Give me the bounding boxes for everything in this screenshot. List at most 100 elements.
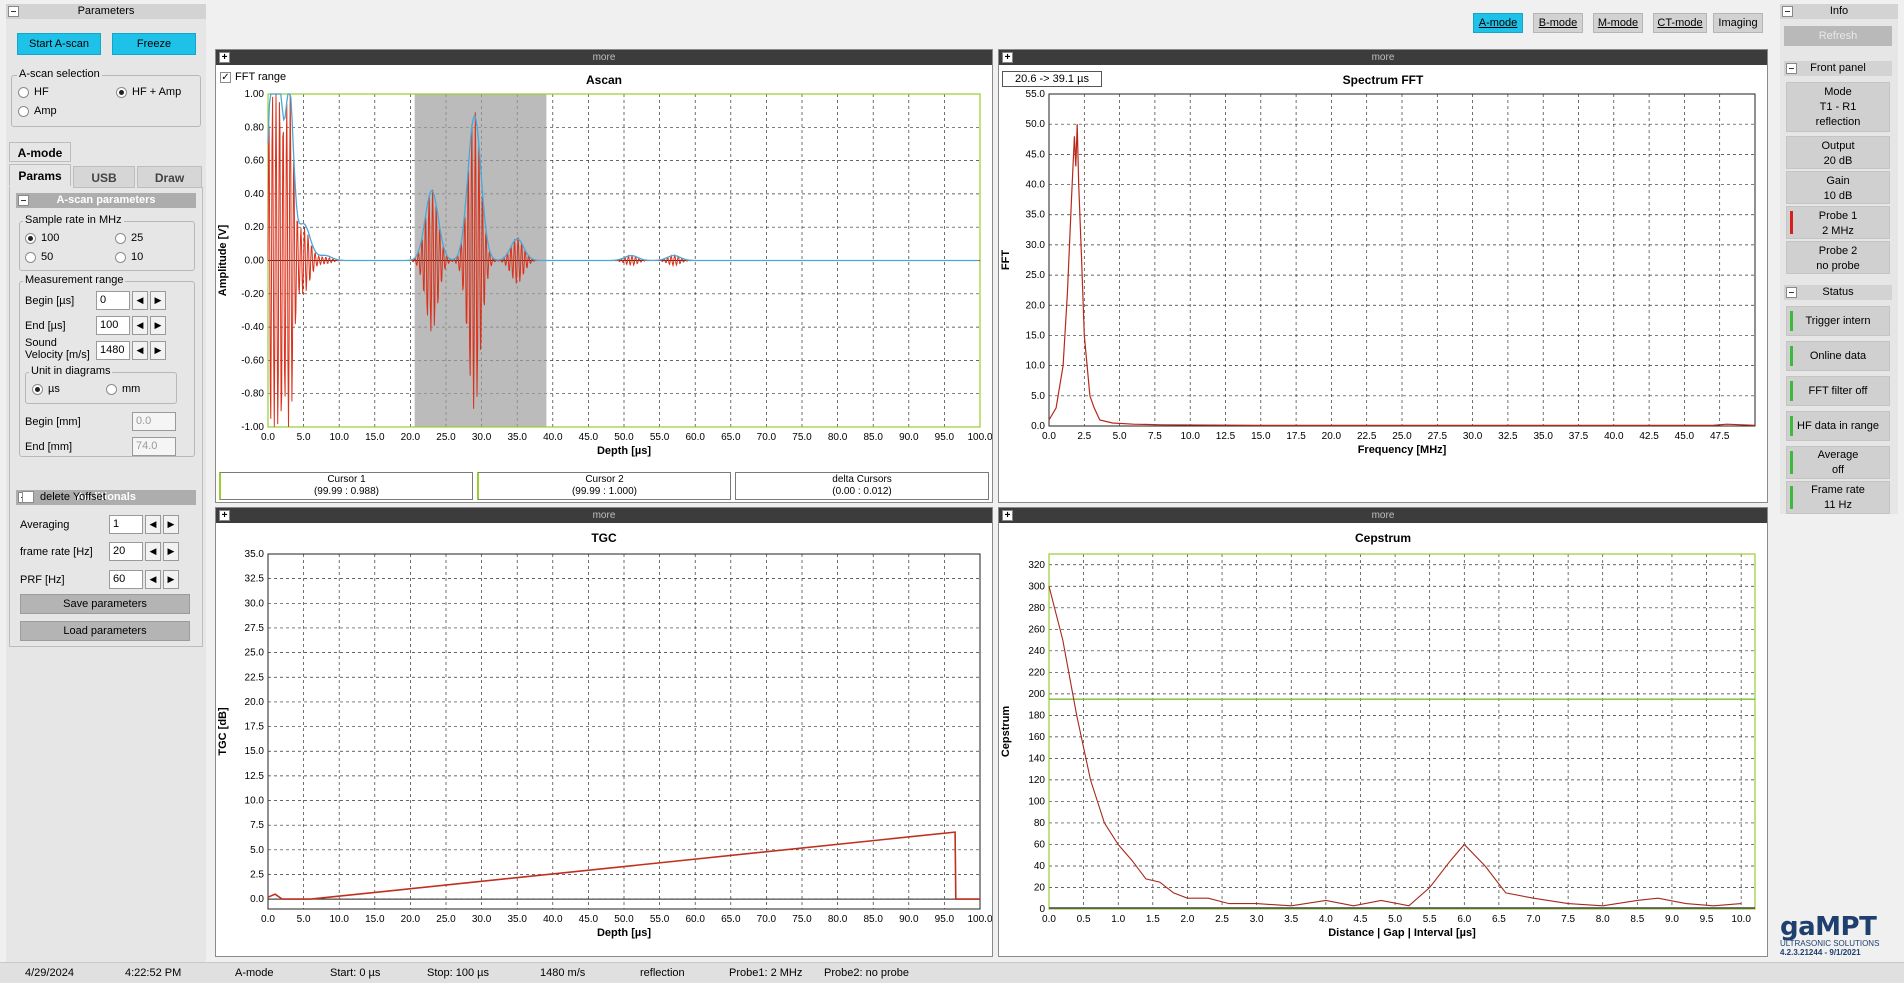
more-link[interactable]: more — [593, 510, 616, 521]
unit-mm-radio[interactable] — [106, 384, 117, 395]
x-tick-label: 12.5 — [1216, 431, 1236, 442]
x-tick-label: 30.0 — [472, 914, 492, 925]
prf-input[interactable]: 60 — [109, 570, 143, 589]
begin-decrement-button[interactable]: ◀ — [132, 291, 148, 310]
status-online: Online data — [1786, 341, 1890, 371]
frame-rate-input[interactable]: 20 — [109, 542, 143, 561]
tab-params[interactable]: Params — [9, 164, 71, 186]
x-tick-label: 17.5 — [1286, 431, 1306, 442]
delete-yoffset-checkbox[interactable] — [22, 491, 34, 503]
begin-us-input[interactable]: 0 — [96, 291, 130, 310]
prf-decrement-button[interactable]: ◀ — [145, 570, 161, 589]
status-indicator — [1790, 346, 1793, 366]
save-parameters-button[interactable]: Save parameters — [20, 594, 190, 614]
mode-imaging-button[interactable]: Imaging — [1713, 13, 1763, 33]
x-tick-label: 40.0 — [543, 432, 563, 443]
ascan-chart[interactable]: 0.0 5.0 10.0 15.0 20.0 25.0 30.0 35.0 40.0 45.0 50… — [216, 86, 992, 466]
x-tick-label: 5.0 — [297, 914, 311, 925]
more-link[interactable]: more — [593, 52, 616, 63]
front-panel-header: Front panel — [1784, 61, 1892, 76]
y-tick-label: 0.80 — [245, 122, 265, 133]
sample-rate-25-radio[interactable] — [115, 233, 126, 244]
status-trigger: Trigger intern — [1786, 306, 1890, 336]
y-tick-label: 80 — [1034, 818, 1046, 829]
x-tick-label: 45.0 — [579, 914, 599, 925]
more-link[interactable]: more — [1372, 510, 1395, 521]
mode-ct-button[interactable]: CT-mode — [1653, 13, 1707, 33]
x-tick-label: 95.0 — [935, 432, 955, 443]
velocity-increment-button[interactable]: ▶ — [150, 341, 166, 360]
mode-m-button[interactable]: M-mode — [1593, 13, 1643, 33]
x-tick-label: 35.0 — [507, 432, 527, 443]
expand-icon[interactable]: + — [219, 52, 230, 63]
hf-amp-radio[interactable] — [116, 87, 127, 98]
x-tick-label: 60.0 — [685, 432, 705, 443]
x-tick-label: 1.5 — [1146, 914, 1160, 925]
collapse-icon[interactable] — [1786, 63, 1797, 74]
x-tick-label: 80.0 — [828, 914, 848, 925]
refresh-button[interactable]: Refresh — [1784, 26, 1892, 46]
y-tick-label: 260 — [1028, 624, 1045, 635]
x-tick-label: 80.0 — [828, 432, 848, 443]
prf-increment-button[interactable]: ▶ — [163, 570, 179, 589]
y-axis-label: TGC [dB] — [217, 707, 229, 756]
mode-b-button[interactable]: B-mode — [1533, 13, 1583, 33]
mode-a-button[interactable]: A-mode — [1473, 13, 1523, 33]
tab-a-mode[interactable]: A-mode — [9, 142, 71, 162]
frame-rate-decrement-button[interactable]: ◀ — [145, 542, 161, 561]
expand-icon[interactable]: + — [219, 510, 230, 521]
y-tick-label: 140 — [1028, 753, 1045, 764]
sample-rate-50-radio[interactable] — [25, 252, 36, 263]
x-tick-label: 0.0 — [261, 914, 275, 925]
x-axis-label: Frequency [MHz] — [1358, 444, 1447, 456]
averaging-decrement-button[interactable]: ◀ — [145, 515, 161, 534]
tab-usb[interactable]: USB — [73, 166, 135, 188]
begin-increment-button[interactable]: ▶ — [150, 291, 166, 310]
end-decrement-button[interactable]: ◀ — [132, 316, 148, 335]
x-tick-label: 35.0 — [1533, 431, 1553, 442]
collapse-icon[interactable] — [1782, 6, 1793, 17]
unit-us-radio[interactable] — [32, 384, 43, 395]
fft-chart[interactable]: 0.0 2.5 5.0 7.5 10.0 12.5 15.0 17.5 20.0 22.5 25.0… — [999, 86, 1767, 501]
status-frame-rate: Frame rate 11 Hz — [1786, 481, 1890, 514]
averaging-increment-button[interactable]: ▶ — [163, 515, 179, 534]
y-tick-label: 35.0 — [1026, 210, 1046, 221]
load-parameters-button[interactable]: Load parameters — [20, 621, 190, 641]
start-ascan-button[interactable]: Start A-scan — [17, 33, 101, 55]
freeze-button[interactable]: Freeze — [112, 33, 196, 55]
y-tick-label: 30.0 — [245, 598, 265, 609]
end-increment-button[interactable]: ▶ — [150, 316, 166, 335]
collapse-icon[interactable] — [18, 195, 29, 206]
y-tick-label: 120 — [1028, 775, 1045, 786]
x-tick-label: 47.5 — [1710, 431, 1730, 442]
amp-radio[interactable] — [18, 106, 29, 117]
expand-icon[interactable]: + — [1002, 510, 1013, 521]
y-tick-label: 0.0 — [250, 894, 264, 905]
tgc-chart[interactable]: 0.0 5.0 10.0 15.0 20.0 25.0 30.0 35.0 40.0 45.0 50… — [216, 544, 992, 956]
x-tick-label: 15.0 — [365, 914, 385, 925]
y-axis-label: Cepstrum — [1000, 706, 1012, 758]
end-us-input[interactable]: 100 — [96, 316, 130, 335]
sample-rate-10-radio[interactable] — [115, 252, 126, 263]
ascan-panel: + more ✓ FFT range Ascan 0.0 5.0 10.0 15.0 2… — [215, 49, 993, 503]
x-tick-label: 8.5 — [1630, 914, 1644, 925]
x-tick-label: 25.0 — [436, 914, 456, 925]
collapse-icon[interactable] — [8, 6, 19, 17]
y-axis-label: FFT — [1000, 250, 1012, 270]
hf-radio[interactable] — [18, 87, 29, 98]
x-axis-label: Depth [µs] — [597, 927, 651, 939]
tab-draw[interactable]: Draw — [137, 166, 202, 188]
cepstrum-chart[interactable]: 0.0 0.5 1.0 1.5 2.0 2.5 3.0 3.5 4.0 4.5 5.0 5.5 6.0 6… — [999, 544, 1767, 956]
x-tick-label: 25.0 — [1392, 431, 1412, 442]
sound-velocity-input[interactable]: 1480 — [96, 341, 130, 360]
x-tick-label: 10.0 — [1180, 431, 1200, 442]
sample-rate-100-radio[interactable] — [25, 233, 36, 244]
averaging-input[interactable]: 1 — [109, 515, 143, 534]
expand-icon[interactable]: + — [1002, 52, 1013, 63]
more-link[interactable]: more — [1372, 52, 1395, 63]
frame-rate-increment-button[interactable]: ▶ — [163, 542, 179, 561]
velocity-decrement-button[interactable]: ◀ — [132, 341, 148, 360]
collapse-icon[interactable] — [1786, 287, 1797, 298]
y-tick-label: 45.0 — [1026, 149, 1046, 160]
x-tick-label: 85.0 — [863, 914, 883, 925]
